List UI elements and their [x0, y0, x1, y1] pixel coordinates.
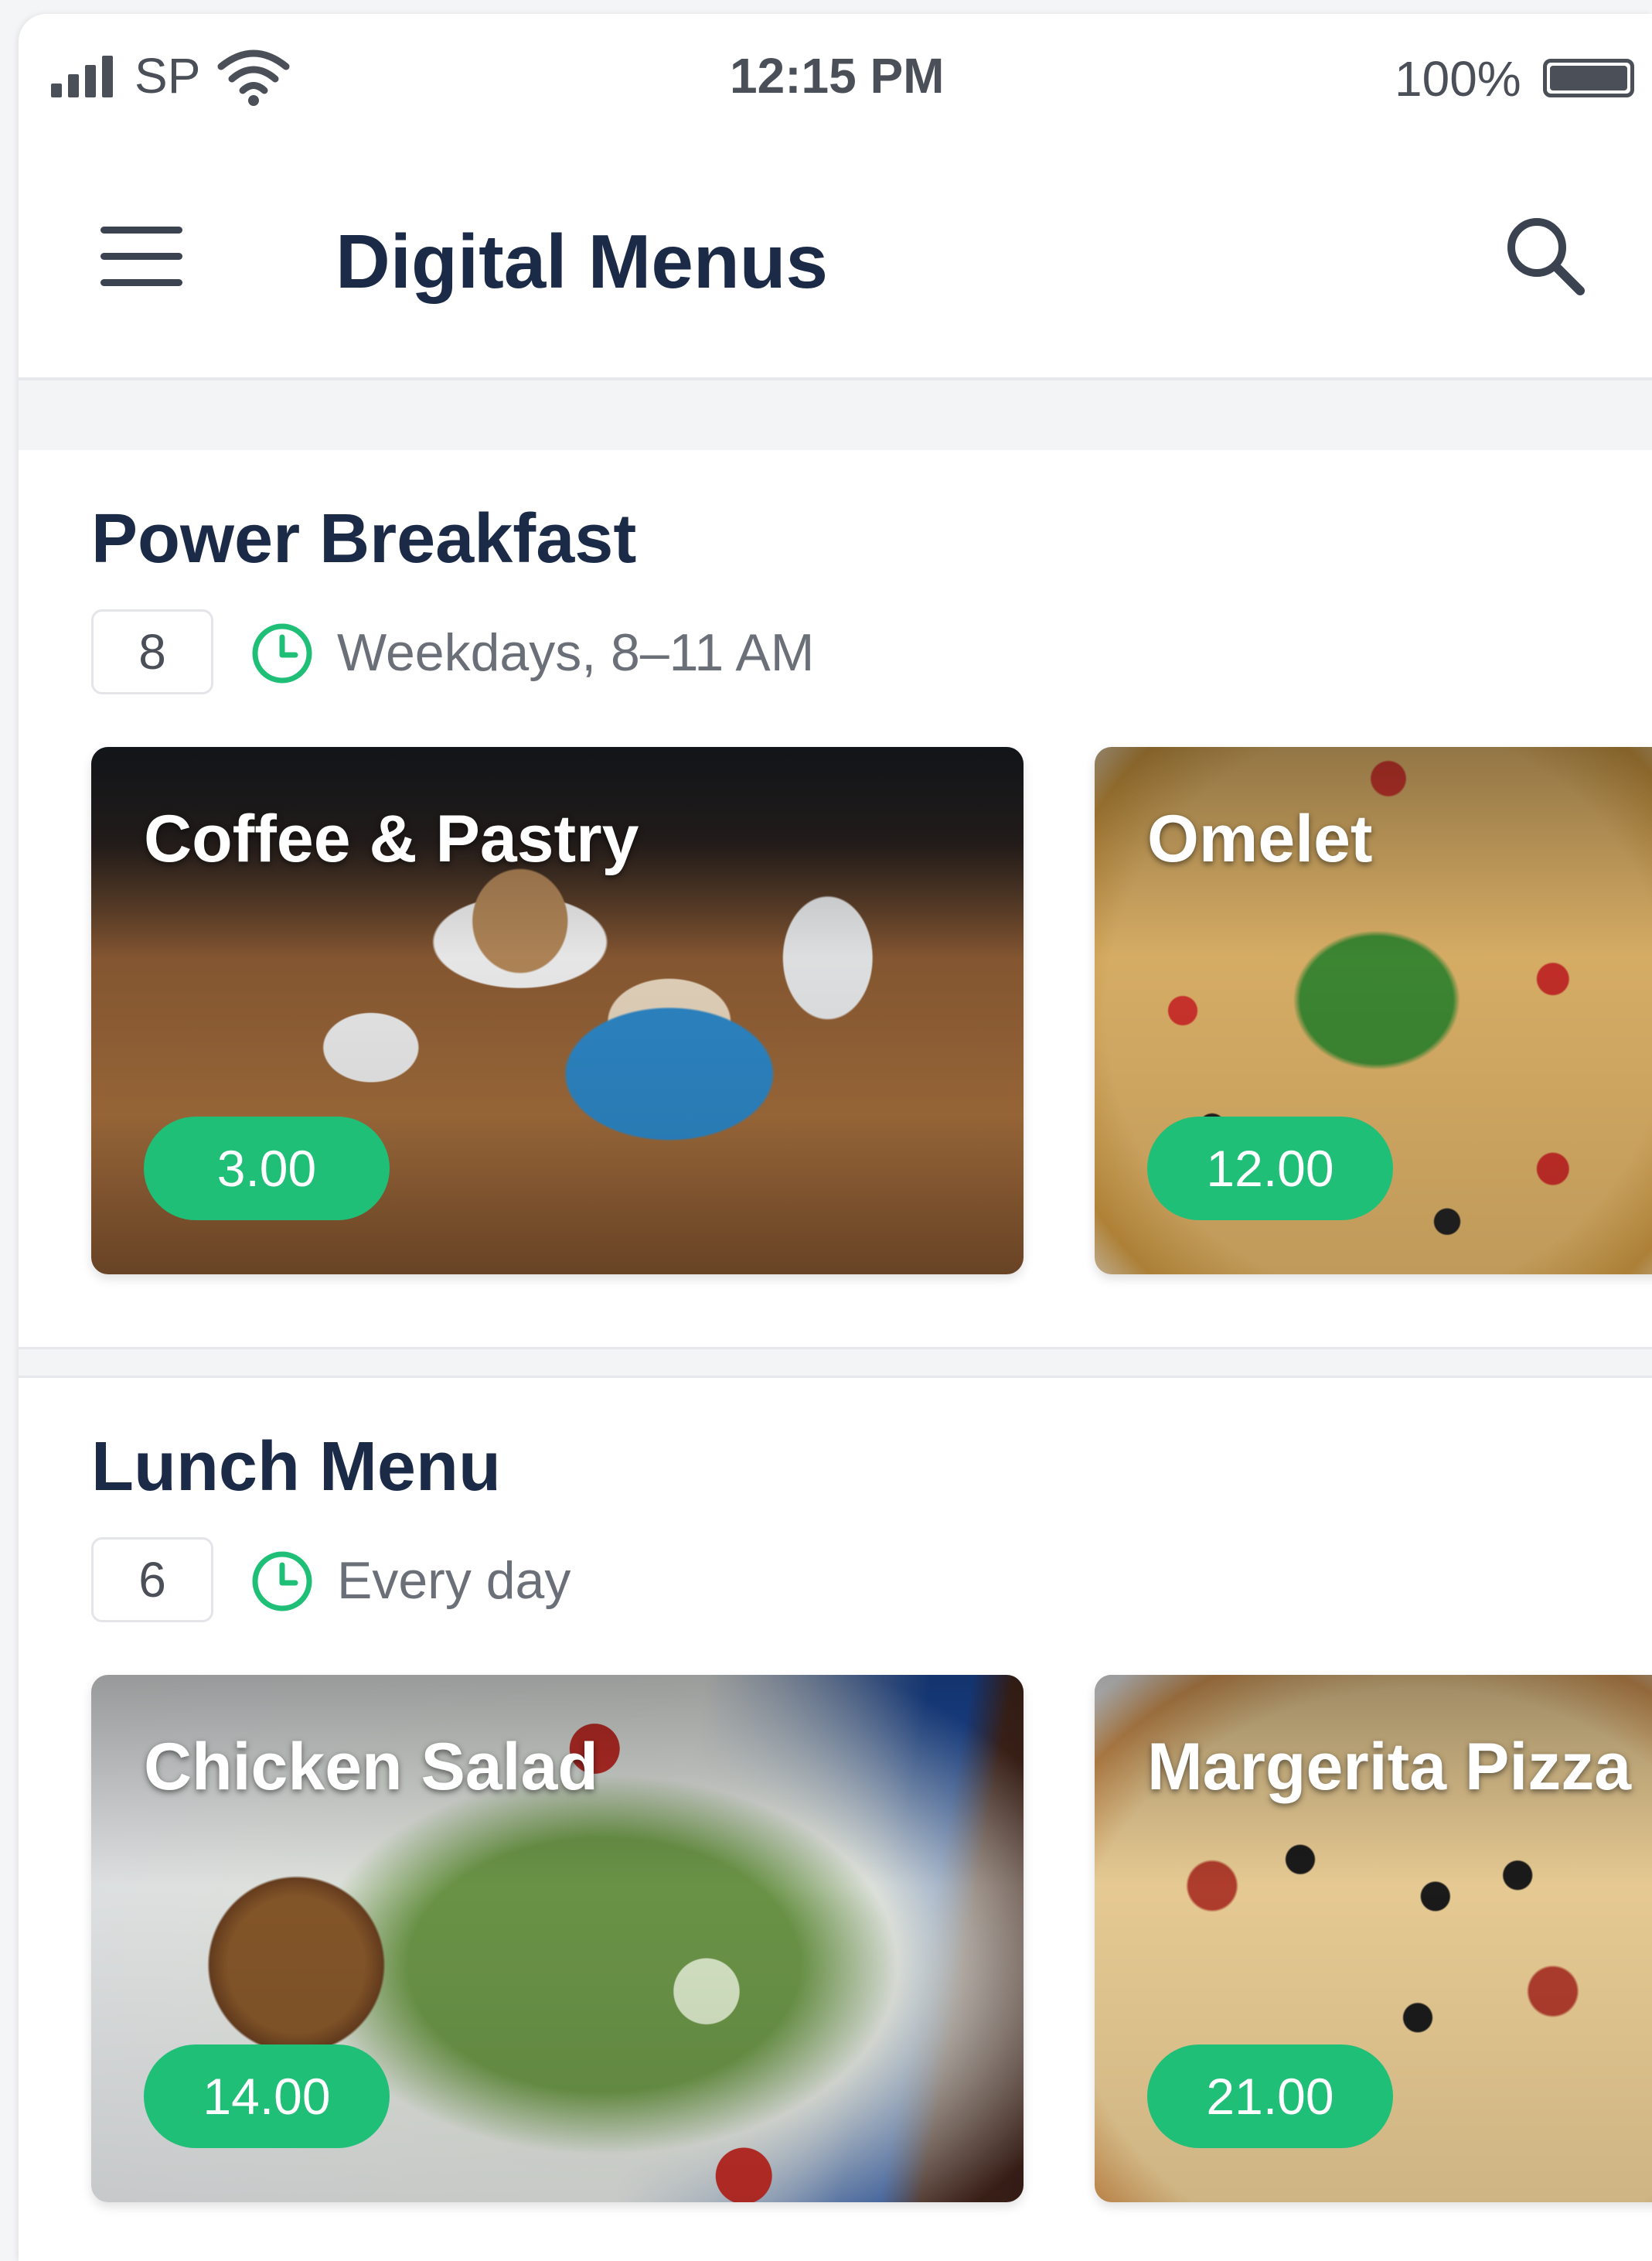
item-count-badge: 8: [91, 609, 213, 694]
menu-item-card[interactable]: Omelet 12.00: [1095, 747, 1652, 1274]
menu-item-card[interactable]: Coffee & Pastry 3.00: [91, 747, 1024, 1274]
section-title: Power Breakfast: [91, 500, 637, 578]
search-icon[interactable]: [1503, 213, 1588, 298]
price-badge: 12.00: [1147, 1117, 1393, 1220]
page-title: Digital Menus: [336, 219, 829, 304]
menu-section-power-breakfast: Power Breakfast 8 Weekdays, 8–11 AM Coff…: [19, 450, 1652, 1347]
status-bar: SP 12:15 PM 100%: [19, 14, 1652, 130]
clock-icon: [252, 623, 312, 684]
hamburger-menu-icon[interactable]: [100, 227, 182, 288]
section-title: Lunch Menu: [91, 1428, 501, 1506]
menu-item-name: Omelet: [1147, 802, 1373, 876]
battery-percentage: 100%: [1395, 51, 1521, 107]
section-schedule: Every day: [337, 1551, 571, 1610]
menu-section-lunch: Lunch Menu 6 Every day Chicken Salad 14.…: [19, 1378, 1652, 2261]
price-badge: 14.00: [144, 2044, 390, 2148]
battery-icon: [1543, 59, 1634, 97]
clock-icon: [252, 1551, 312, 1611]
menu-item-name: Coffee & Pastry: [144, 802, 639, 876]
section-schedule: Weekdays, 8–11 AM: [337, 623, 815, 682]
phone-screen: SP 12:15 PM 100% Digital Menus Power Bre…: [19, 14, 1652, 2261]
menu-item-name: Chicken Salad: [144, 1730, 598, 1804]
app-bar: Digital Menus: [19, 153, 1652, 380]
menu-item-card[interactable]: Chicken Salad 14.00: [91, 1675, 1024, 2202]
carrier-name: SP: [135, 48, 201, 104]
price-badge: 3.00: [144, 1117, 390, 1220]
item-count-badge: 6: [91, 1537, 213, 1622]
menu-item-card[interactable]: Margerita Pizza 21.00: [1095, 1675, 1652, 2202]
status-time: 12:15 PM: [730, 48, 945, 104]
signal-strength-icon: [51, 54, 118, 97]
menu-item-name: Margerita Pizza: [1147, 1730, 1632, 1804]
price-badge: 21.00: [1147, 2044, 1393, 2148]
wifi-icon: [217, 49, 290, 106]
spacer: [19, 380, 1652, 450]
section-divider: [19, 1347, 1652, 1378]
